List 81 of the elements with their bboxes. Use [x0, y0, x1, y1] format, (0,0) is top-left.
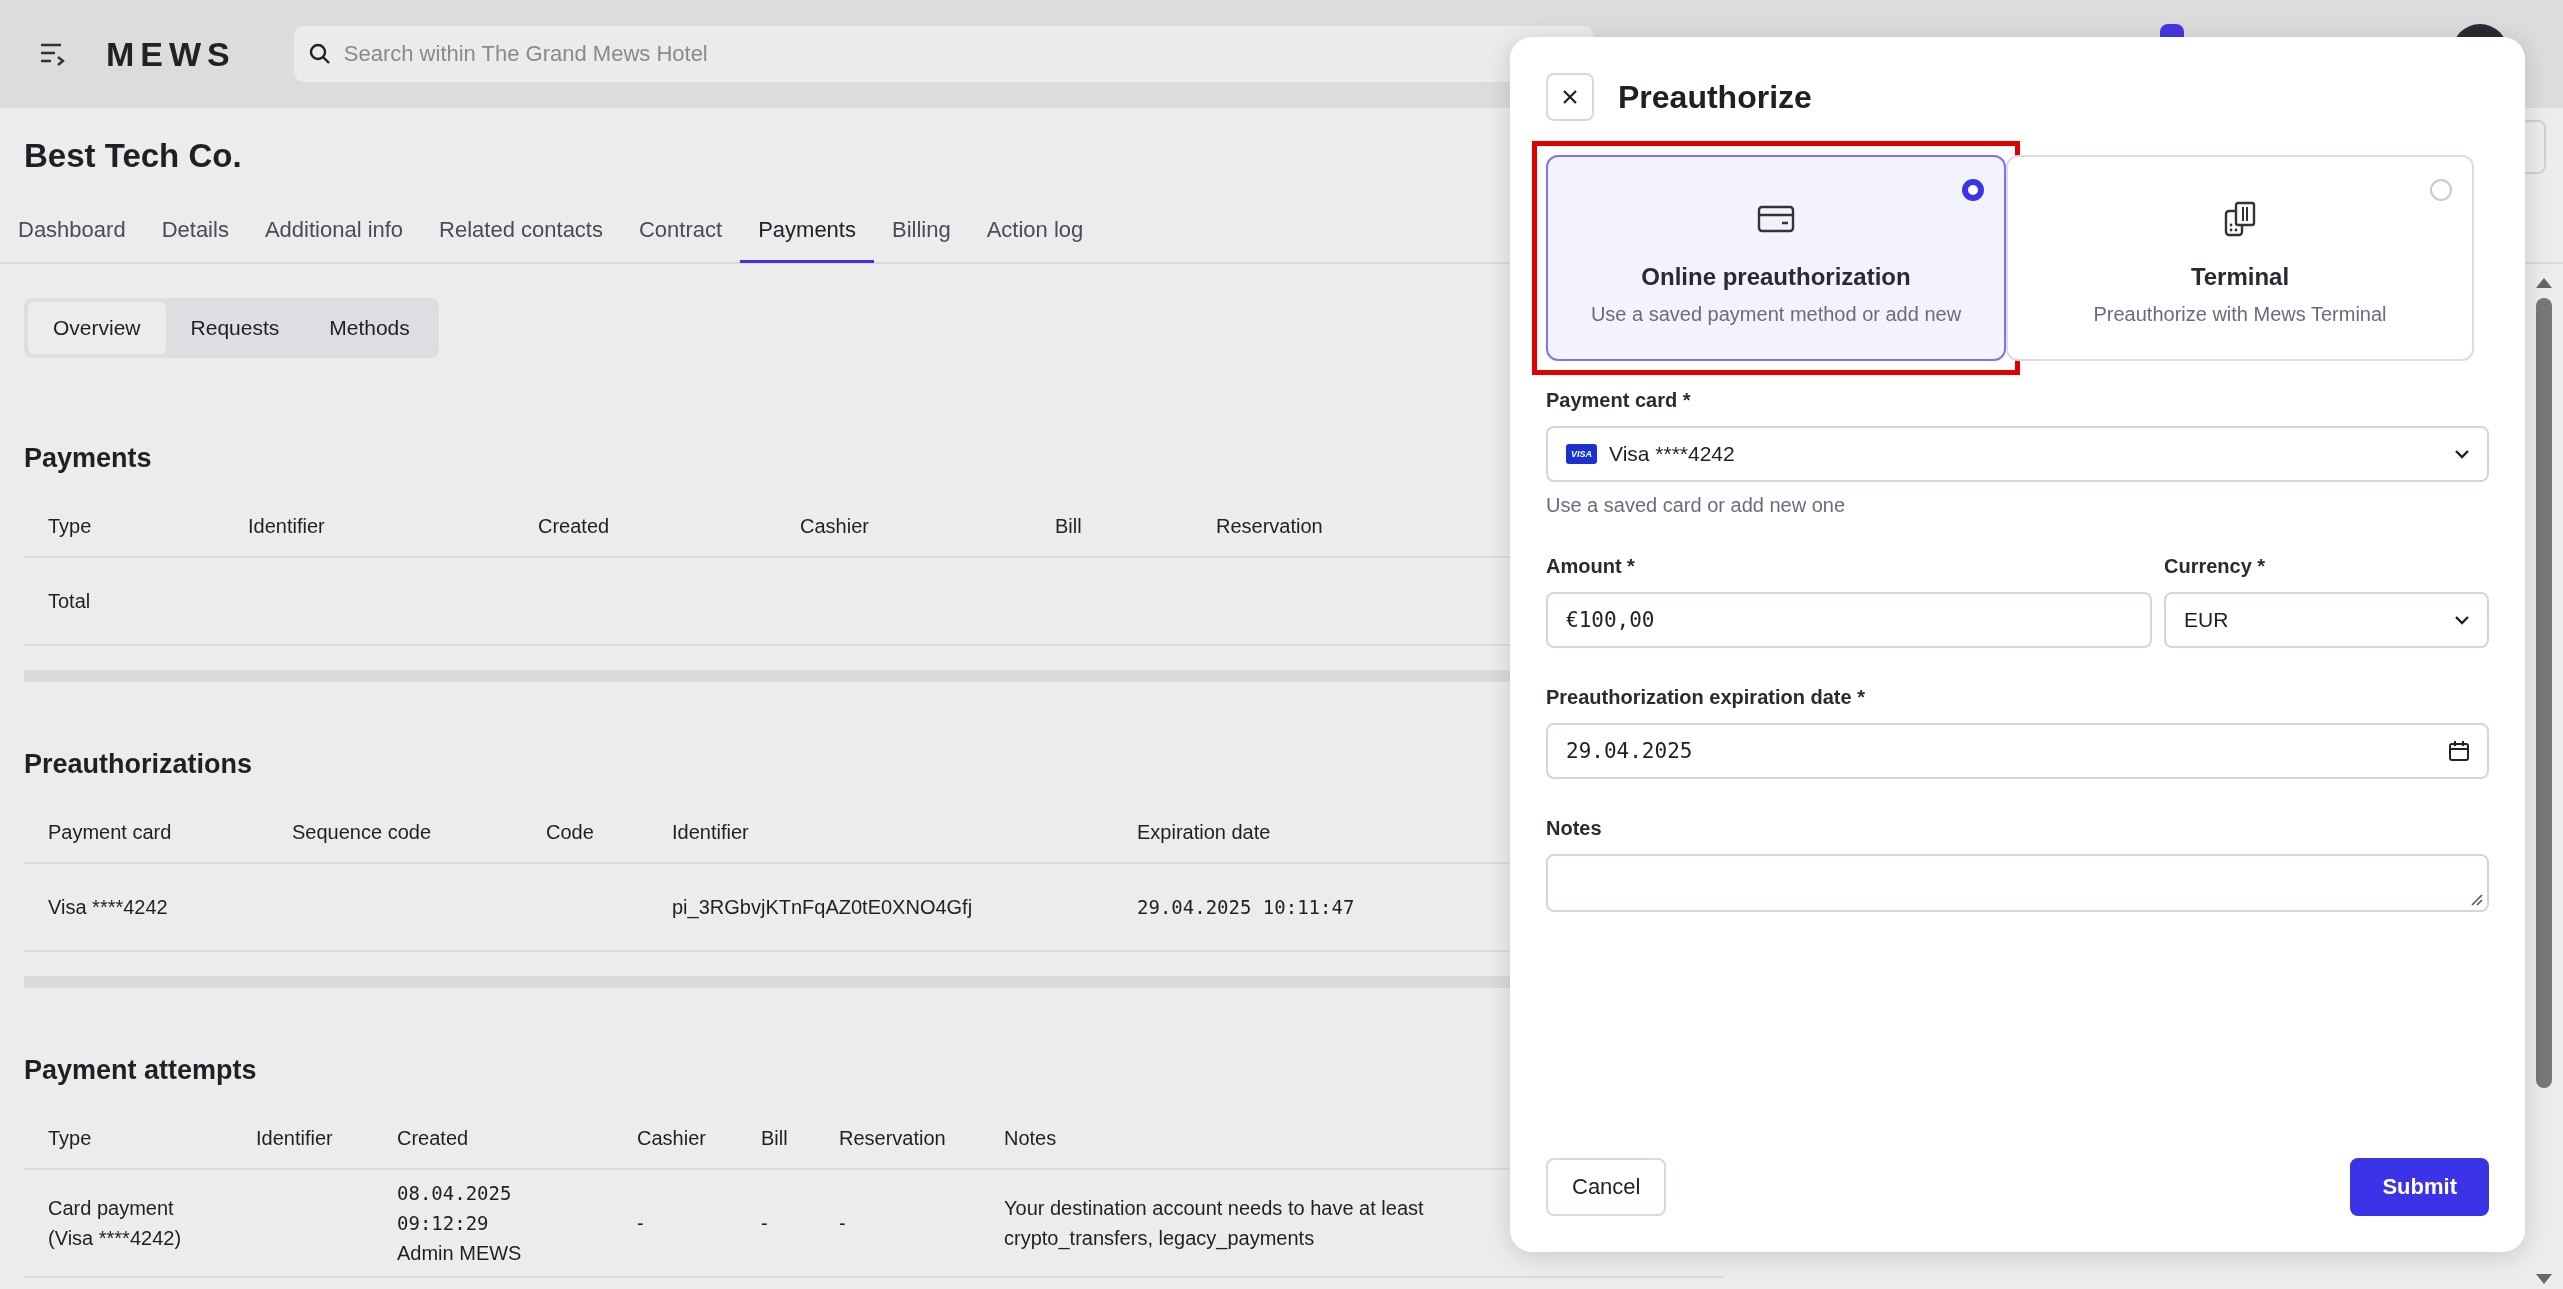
table-cell-text: Card payment [48, 1196, 174, 1221]
column-header: Identifier [672, 820, 749, 844]
field-label: Notes [1546, 817, 1603, 840]
notes-field[interactable] [1546, 854, 2489, 912]
field-label: Currency * [2164, 555, 2267, 578]
tab[interactable]: Dashboard [0, 210, 144, 263]
helper-text: Use a saved card or add new one [1546, 494, 1847, 517]
table-cell-text: Visa ****4242 [48, 895, 168, 920]
tab[interactable]: Related contacts [421, 210, 621, 263]
section-heading: Payment attempts [24, 1054, 257, 1087]
table-cell-text: pi_3RGbvjKTnFqAZ0tE0XNO4Gfj [672, 895, 973, 921]
tab[interactable]: Payments [740, 210, 874, 263]
table-cell-text: Your destination account needs to have at least [1004, 1196, 1424, 1221]
column-header: Sequence code [292, 820, 431, 844]
select-field[interactable]: VISA Visa ****4242 [1546, 426, 2489, 482]
page-title: Best Tech Co. [24, 136, 242, 176]
field-label: Preauthorization expiration date * [1546, 686, 1866, 709]
column-header: Cashier [637, 1126, 706, 1150]
select-field[interactable]: EUR [2164, 592, 2489, 648]
tab[interactable]: Contract [621, 210, 741, 263]
scroll-up-icon[interactable] [2534, 276, 2554, 290]
column-header: Type [48, 1126, 92, 1150]
close-button[interactable] [1546, 73, 1594, 121]
section-heading: Payments [24, 442, 152, 475]
segment-tab[interactable]: Requests [165, 302, 305, 354]
scroll-down-icon[interactable] [2534, 1272, 2554, 1286]
column-header: Created [538, 514, 610, 538]
table-cell-text: - [637, 1211, 644, 1236]
column-header: Created [397, 1126, 469, 1150]
calendar-icon[interactable] [2447, 739, 2471, 763]
column-header: Payment card [48, 820, 172, 844]
input-field[interactable]: €100,00 [1546, 592, 2152, 648]
table-cell-text: - [761, 1211, 768, 1236]
cancel-button[interactable]: Cancel [1546, 1158, 1667, 1216]
submit-button[interactable]: Submit [2350, 1158, 2489, 1216]
dialog-title: Preauthorize [1618, 78, 1812, 116]
column-header: Expiration date [1137, 820, 1271, 844]
column-header: Bill [1055, 514, 1082, 538]
column-header: Type [48, 514, 92, 538]
option-card[interactable]: Online preauthorization Use a saved payment method or add new [1546, 155, 2006, 361]
column-header: Code [546, 820, 594, 844]
table-cell-text: 08.04.2025 [397, 1181, 512, 1206]
column-header: Identifier [256, 1126, 333, 1150]
section-heading: Preauthorizations [24, 748, 253, 781]
chevron-down-icon [2453, 448, 2471, 460]
search-icon [307, 42, 332, 66]
tab[interactable]: Action log [968, 210, 1102, 263]
table-cell-text: 29.04.2025 10:11:47 [1137, 895, 1355, 920]
column-header: Cashier [800, 514, 869, 538]
resize-handle-icon[interactable] [2469, 892, 2483, 906]
column-header: Identifier [248, 514, 325, 538]
segment-tab[interactable]: Methods [304, 302, 435, 354]
radio-button[interactable] [1962, 179, 1984, 201]
table-cell-text: - [839, 1211, 846, 1236]
column-header: Reservation [839, 1126, 946, 1150]
tab[interactable]: Billing [873, 210, 969, 263]
field-label: Amount * [1546, 555, 1636, 578]
option-title: Terminal [2190, 263, 2290, 291]
table-cell-text: 09:12:29 [397, 1211, 489, 1236]
table-cell-text: Total [48, 589, 91, 614]
tab[interactable]: Details [143, 210, 247, 263]
table-cell-text: crypto_transfers, legacy_payments [1004, 1226, 1315, 1252]
table-cell-text: (Visa ****4242) [48, 1226, 182, 1251]
column-header: Notes [1004, 1126, 1057, 1150]
search-field[interactable]: Search within The Grand Mews Hotel [293, 26, 1594, 82]
table-cell-text: Admin MEWS [397, 1241, 522, 1266]
scrollbar-thumb[interactable] [2536, 298, 2552, 1088]
card-brand-logo: VISA [1566, 444, 1597, 464]
option-title: Online preauthorization [1641, 263, 1911, 291]
option-card[interactable]: Terminal Preauthorize with Mews Terminal [2006, 155, 2474, 361]
close-icon [1561, 88, 1579, 106]
tab[interactable]: Additional info [246, 210, 422, 263]
column-header: Reservation [1216, 514, 1323, 538]
option-description: Preauthorize with Mews Terminal [2093, 303, 2387, 326]
option-description: Use a saved payment method or add new [1590, 303, 1962, 326]
chevron-down-icon [2453, 614, 2471, 626]
column-header: Bill [761, 1126, 788, 1150]
field-label: Payment card * [1546, 389, 1692, 412]
logo: MEWS [106, 34, 236, 74]
segment-tab[interactable]: Overview [28, 302, 166, 354]
date-field[interactable]: 29.04.2025 [1546, 723, 2489, 779]
